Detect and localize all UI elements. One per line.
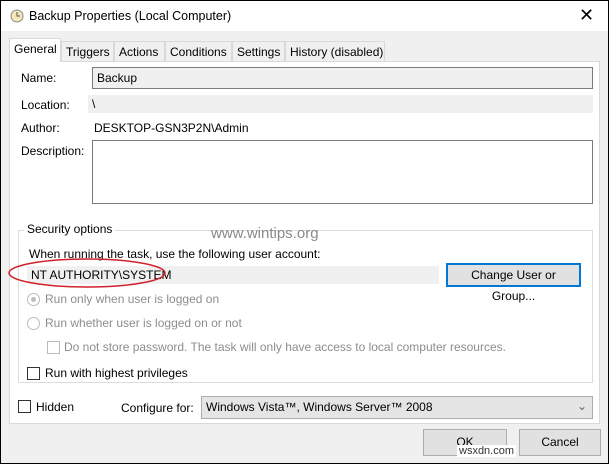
location-label: Location: xyxy=(21,98,70,112)
hidden-label: Hidden xyxy=(36,400,75,414)
hidden-checkbox[interactable] xyxy=(18,400,31,413)
highest-privileges-label: Run with highest privileges xyxy=(45,366,188,380)
cancel-button[interactable]: Cancel xyxy=(519,429,601,456)
task-clock-icon xyxy=(10,9,24,23)
radio-run-logged-on[interactable] xyxy=(27,293,40,306)
window-title: Backup Properties (Local Computer) xyxy=(29,9,232,23)
configure-for-value: Windows Vista™, Windows Server™ 2008 xyxy=(206,400,433,414)
no-store-password-checkbox[interactable] xyxy=(47,341,60,354)
tab-settings[interactable]: Settings xyxy=(232,41,285,61)
close-icon[interactable]: ✕ xyxy=(579,5,594,26)
radio-run-whether-label: Run whether user is logged on or not xyxy=(45,316,242,330)
highlight-ellipse xyxy=(8,258,166,288)
configure-for-label: Configure for: xyxy=(121,401,194,415)
tab-general[interactable]: General xyxy=(9,38,61,62)
location-value: \ xyxy=(88,95,593,113)
change-user-button[interactable]: Change User or Group... xyxy=(446,263,581,303)
name-label: Name: xyxy=(21,71,57,85)
corner-watermark: wsxdn.com xyxy=(457,445,517,457)
name-input[interactable]: Backup xyxy=(92,67,593,89)
description-label: Description: xyxy=(21,144,85,158)
no-store-password-label: Do not store password. The task will onl… xyxy=(64,340,506,354)
tab-triggers[interactable]: Triggers xyxy=(61,41,114,61)
tab-history[interactable]: History (disabled) xyxy=(285,41,385,61)
watermark: www.wintips.org xyxy=(211,225,319,242)
configure-for-select[interactable]: Windows Vista™, Windows Server™ 2008 ⌄ xyxy=(201,396,593,419)
security-options-title: Security options xyxy=(24,222,116,236)
properties-dialog: Backup Properties (Local Computer) ✕ Gen… xyxy=(1,1,608,463)
chevron-down-icon: ⌄ xyxy=(576,399,587,413)
author-label: Author: xyxy=(21,121,60,135)
title-bar: Backup Properties (Local Computer) ✕ xyxy=(1,1,608,31)
tab-actions[interactable]: Actions xyxy=(114,41,165,61)
radio-run-whether[interactable] xyxy=(27,317,40,330)
tab-conditions[interactable]: Conditions xyxy=(165,41,232,61)
radio-run-logged-on-label: Run only when user is logged on xyxy=(45,292,220,306)
highest-privileges-checkbox[interactable] xyxy=(27,367,40,380)
description-textarea[interactable] xyxy=(92,140,593,204)
author-value: DESKTOP-GSN3P2N\Admin xyxy=(94,121,249,135)
